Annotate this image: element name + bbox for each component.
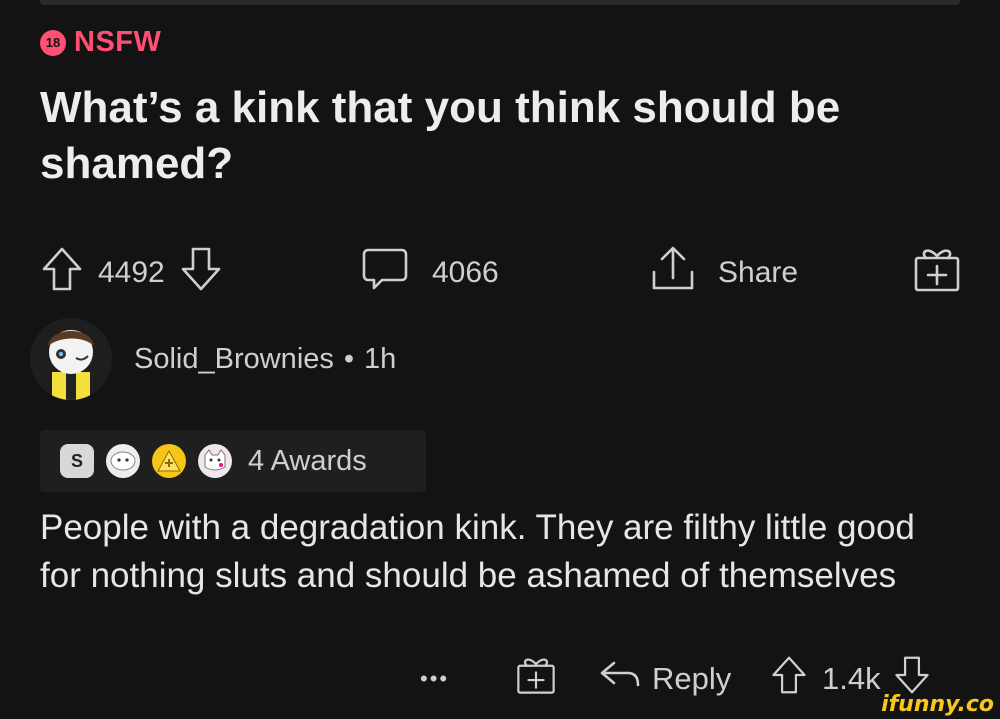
meta-separator: •: [343, 342, 355, 375]
post-title[interactable]: What’s a kink that you think should be s…: [40, 80, 940, 192]
comments-button[interactable]: 4066: [360, 245, 499, 301]
comment-age: 1h: [364, 342, 397, 375]
reply-arrow-icon: [598, 655, 642, 703]
comment-count: 4066: [432, 256, 499, 289]
nsfw-tag: 18 NSFW: [40, 26, 161, 59]
upvote-icon[interactable]: [770, 654, 808, 704]
comment-meta: Solid_Brownies • 1h: [134, 343, 396, 376]
gift-icon: [912, 244, 962, 302]
ifunny-watermark: ifunny.co: [881, 692, 994, 717]
downvote-icon[interactable]: [179, 245, 223, 301]
post-vote-count: 4492: [98, 256, 165, 289]
share-icon: [648, 244, 698, 302]
share-button[interactable]: Share: [648, 245, 798, 301]
gift-icon: [515, 654, 557, 704]
reply-button[interactable]: Reply: [598, 652, 731, 706]
wholesome-award-icon: [106, 444, 140, 478]
upvote-icon[interactable]: [40, 245, 84, 301]
username[interactable]: Solid_Brownies: [134, 343, 334, 376]
more-options-button[interactable]: •••: [420, 652, 449, 706]
helpful-award-icon: [152, 444, 186, 478]
comment-vote-count: 1.4k: [822, 661, 881, 696]
reply-label: Reply: [652, 661, 732, 696]
share-label: Share: [718, 256, 799, 289]
silver-award-icon: S: [60, 444, 94, 478]
award-comment-button[interactable]: [515, 652, 557, 706]
post-action-bar: 4492 4066 Share: [40, 245, 970, 301]
award-post-button[interactable]: [912, 245, 962, 301]
awards-label: 4 Awards: [248, 444, 367, 477]
comment-body: People with a degradation kink. They are…: [40, 508, 915, 595]
awards-bar[interactable]: S 4 Awards: [40, 430, 426, 492]
comment-header: Solid_Brownies • 1h: [30, 318, 396, 400]
nsfw-18-icon: 18: [40, 29, 66, 56]
cat-award-icon: [198, 444, 232, 478]
comment-bubble-icon: [360, 244, 410, 302]
avatar[interactable]: [30, 318, 112, 400]
post-vote-group: 4492: [40, 245, 223, 301]
top-divider: [40, 0, 960, 5]
nsfw-label: NSFW: [74, 26, 162, 58]
